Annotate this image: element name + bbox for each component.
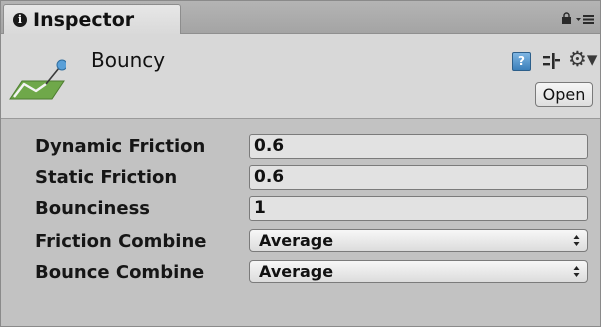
presets-icon[interactable]: [542, 52, 560, 70]
bounciness-label: Bounciness: [35, 198, 151, 219]
row-dynamic-friction: Dynamic Friction 0.6: [1, 134, 600, 160]
static-friction-field[interactable]: 0.6: [249, 165, 588, 190]
bounce-combine-dropdown[interactable]: Average: [249, 260, 588, 283]
row-bounce-combine: Bounce Combine Average: [1, 260, 600, 286]
tab-menu-icon[interactable]: [576, 14, 594, 24]
friction-combine-value: Average: [259, 231, 334, 250]
title-bar: i Inspector: [1, 1, 600, 34]
row-static-friction: Static Friction 0.6: [1, 165, 600, 191]
asset-name: Bouncy: [91, 48, 166, 72]
friction-combine-dropdown[interactable]: Average: [249, 229, 588, 252]
tab-title: Inspector: [33, 8, 135, 31]
row-bounciness: Bounciness 1: [1, 196, 600, 222]
friction-combine-label: Friction Combine: [35, 231, 207, 252]
dynamic-friction-field[interactable]: 0.6: [249, 134, 588, 159]
dynamic-friction-label: Dynamic Friction: [35, 136, 206, 157]
row-friction-combine: Friction Combine Average: [1, 229, 600, 255]
physic-material-icon: [9, 59, 66, 100]
help-icon[interactable]: ?: [512, 52, 531, 71]
gear-icon[interactable]: ⚙▾: [568, 47, 597, 71]
lock-icon[interactable]: [561, 12, 572, 24]
inspector-window: i Inspector Bouncy ? ⚙▾ Open Dynamic Fri…: [0, 0, 601, 327]
dropdown-arrows-icon: [573, 266, 580, 277]
static-friction-label: Static Friction: [35, 167, 178, 188]
info-icon: i: [13, 12, 27, 27]
bounce-combine-label: Bounce Combine: [35, 262, 205, 283]
tab-inspector[interactable]: i Inspector: [3, 4, 181, 34]
bounce-combine-value: Average: [259, 262, 334, 281]
asset-header: Bouncy ? ⚙▾ Open: [1, 34, 600, 119]
bounciness-field[interactable]: 1: [249, 196, 588, 221]
dropdown-arrows-icon: [573, 235, 580, 246]
open-button[interactable]: Open: [535, 82, 593, 107]
